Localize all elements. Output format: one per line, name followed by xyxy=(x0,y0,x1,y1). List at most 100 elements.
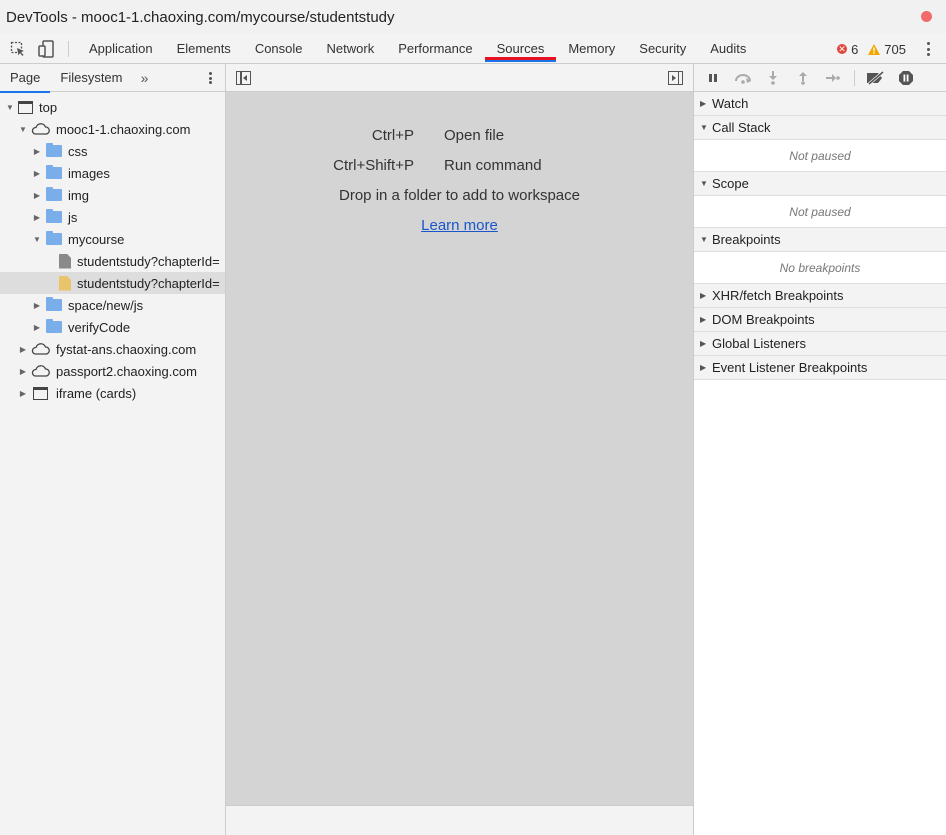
file-icon xyxy=(58,275,72,291)
section-title: XHR/fetch Breakpoints xyxy=(712,288,844,303)
tree-item-label: space/new/js xyxy=(68,297,144,313)
tree-item-folder[interactable]: ▶ images xyxy=(0,162,225,184)
expanded-arrow-icon[interactable]: ▼ xyxy=(17,123,29,135)
collapsed-arrow-icon[interactable]: ▶ xyxy=(31,321,43,333)
tree-item-label: studentstudy?chapterId= xyxy=(77,275,220,291)
error-count: 6 xyxy=(851,41,859,57)
collapsed-arrow-icon[interactable]: ▶ xyxy=(17,365,29,377)
deactivate-breakpoints-icon[interactable] xyxy=(865,67,887,89)
tree-item-domain[interactable]: ▼ mooc1-1.chaoxing.com xyxy=(0,118,225,140)
section-dom-breakpoints[interactable]: ▶ DOM Breakpoints xyxy=(694,308,946,332)
toolbar-divider xyxy=(68,40,69,57)
navigator-tabs: Page Filesystem » xyxy=(0,64,225,93)
section-title: Breakpoints xyxy=(712,232,781,247)
expanded-arrow-icon: ▼ xyxy=(700,179,708,188)
tab-network[interactable]: Network xyxy=(315,34,387,64)
section-call-stack[interactable]: ▼ Call Stack xyxy=(694,116,946,140)
file-icon xyxy=(58,253,72,269)
tab-security[interactable]: Security xyxy=(627,34,698,64)
tree-item-label: studentstudy?chapterId= xyxy=(77,253,220,269)
toolbar-divider xyxy=(854,69,855,86)
tree-item-folder[interactable]: ▶ verifyCode xyxy=(0,316,225,338)
section-title: Call Stack xyxy=(712,120,771,135)
main-toolbar: Application Elements Console Network Per… xyxy=(0,34,946,64)
step-icon[interactable] xyxy=(822,67,844,89)
pause-icon[interactable] xyxy=(702,67,724,89)
section-event-listener-breakpoints[interactable]: ▶ Event Listener Breakpoints xyxy=(694,356,946,380)
navigator-menu-icon[interactable] xyxy=(207,70,213,86)
cloud-icon xyxy=(29,341,51,357)
tree-item-label: verifyCode xyxy=(68,319,131,335)
warning-count: 705 xyxy=(884,41,906,57)
tree-item-iframe[interactable]: ▶ iframe (cards) xyxy=(0,382,225,404)
section-title: Watch xyxy=(712,96,749,111)
expanded-arrow-icon[interactable]: ▼ xyxy=(31,233,43,245)
collapsed-arrow-icon: ▶ xyxy=(700,315,707,324)
issue-counters[interactable]: ✕ 6 705 xyxy=(837,34,906,64)
warning-icon xyxy=(868,43,881,55)
collapsed-arrow-icon[interactable]: ▶ xyxy=(31,299,43,311)
collapsed-arrow-icon: ▶ xyxy=(700,99,707,108)
shortcut-action: Run command xyxy=(444,156,542,174)
inspect-element-icon[interactable] xyxy=(8,39,28,59)
section-xhr-breakpoints[interactable]: ▶ XHR/fetch Breakpoints xyxy=(694,284,946,308)
tree-item-domain[interactable]: ▶ passport2.chaoxing.com xyxy=(0,360,225,382)
tree-item-folder[interactable]: ▶ img xyxy=(0,184,225,206)
section-title: Event Listener Breakpoints xyxy=(712,360,868,375)
tree-item-file[interactable]: studentstudy?chapterId= xyxy=(0,250,225,272)
device-toolbar-icon[interactable] xyxy=(36,39,56,59)
tree-item-folder[interactable]: ▼ mycourse xyxy=(0,228,225,250)
frame-icon xyxy=(16,99,34,115)
tree-item-domain[interactable]: ▶ fystat-ans.chaoxing.com xyxy=(0,338,225,360)
drop-folder-hint: Drop in a folder to add to workspace xyxy=(339,186,580,204)
tab-audits[interactable]: Audits xyxy=(698,34,758,64)
tab-performance[interactable]: Performance xyxy=(386,34,484,64)
tree-item-folder[interactable]: ▶ js xyxy=(0,206,225,228)
tab-filesystem[interactable]: Filesystem xyxy=(50,64,132,92)
frame-icon xyxy=(29,385,51,401)
error-icon: ✕ xyxy=(837,43,848,54)
sources-navigator: Page Filesystem » ▼ top ▼ mooc1-1.chaoxi… xyxy=(0,64,226,835)
tab-sources[interactable]: Sources xyxy=(484,34,557,64)
call-stack-empty: Not paused xyxy=(694,140,946,172)
section-global-listeners[interactable]: ▶ Global Listeners xyxy=(694,332,946,356)
expanded-arrow-icon[interactable]: ▼ xyxy=(4,101,16,113)
learn-more-link[interactable]: Learn more xyxy=(421,217,498,234)
section-scope[interactable]: ▼ Scope xyxy=(694,172,946,196)
toggle-debugger-icon[interactable] xyxy=(668,71,683,85)
tree-item-top[interactable]: ▼ top xyxy=(0,96,225,118)
more-tabs-icon[interactable]: » xyxy=(133,64,157,92)
section-breakpoints[interactable]: ▼ Breakpoints xyxy=(694,228,946,252)
section-watch[interactable]: ▶ Watch xyxy=(694,92,946,116)
section-title: Scope xyxy=(712,176,749,191)
tab-elements[interactable]: Elements xyxy=(165,34,243,64)
collapsed-arrow-icon[interactable]: ▶ xyxy=(17,387,29,399)
tree-item-folder[interactable]: ▶ css xyxy=(0,140,225,162)
collapsed-arrow-icon: ▶ xyxy=(700,339,707,348)
learn-more-row: Learn more xyxy=(226,210,693,240)
tab-memory[interactable]: Memory xyxy=(556,34,627,64)
collapsed-arrow-icon[interactable]: ▶ xyxy=(31,211,43,223)
tree-item-label: top xyxy=(39,99,58,115)
tree-item-label: css xyxy=(68,143,88,159)
editor-placeholder: Ctrl+P Open file Ctrl+Shift+P Run comman… xyxy=(226,92,693,805)
collapsed-arrow-icon[interactable]: ▶ xyxy=(31,167,43,179)
pause-on-exceptions-icon[interactable] xyxy=(895,67,917,89)
tree-item-folder[interactable]: ▶ space/new/js xyxy=(0,294,225,316)
collapsed-arrow-icon[interactable]: ▶ xyxy=(17,343,29,355)
cloud-icon xyxy=(29,121,51,137)
close-window-icon[interactable] xyxy=(921,11,932,22)
collapsed-arrow-icon: ▶ xyxy=(700,291,707,300)
collapsed-arrow-icon: ▶ xyxy=(700,363,707,372)
step-over-icon[interactable] xyxy=(732,67,754,89)
tab-console[interactable]: Console xyxy=(243,34,315,64)
tab-application[interactable]: Application xyxy=(77,34,165,64)
toggle-navigator-icon[interactable] xyxy=(236,71,251,85)
customize-menu-icon[interactable] xyxy=(920,40,936,58)
collapsed-arrow-icon[interactable]: ▶ xyxy=(31,145,43,157)
tree-item-file-selected[interactable]: studentstudy?chapterId= xyxy=(0,272,225,294)
step-out-icon[interactable] xyxy=(792,67,814,89)
collapsed-arrow-icon[interactable]: ▶ xyxy=(31,189,43,201)
tab-page[interactable]: Page xyxy=(0,64,51,93)
step-into-icon[interactable] xyxy=(762,67,784,89)
